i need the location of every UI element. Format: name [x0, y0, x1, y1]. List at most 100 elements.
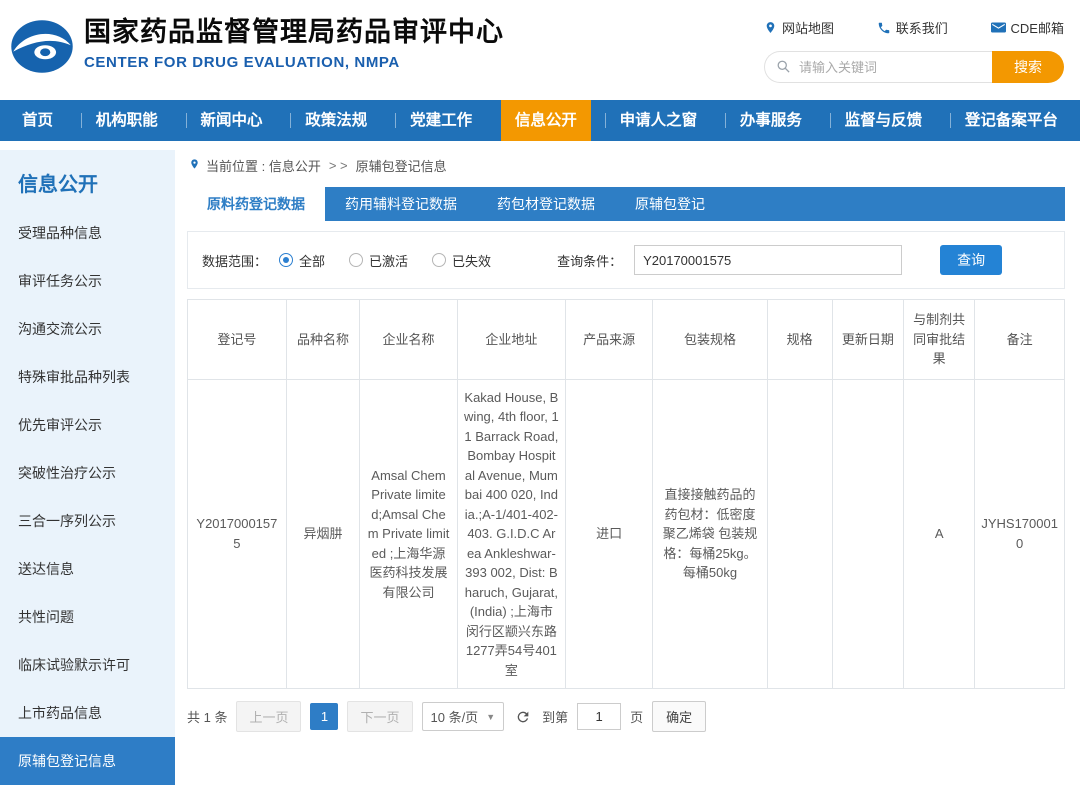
table-cell-product-source: 进口 [565, 379, 653, 689]
site-title: 国家药品监督管理局药品审评中心 [84, 16, 504, 48]
mailbox-label: CDE邮箱 [1011, 18, 1064, 37]
sidebar-item[interactable]: 沟通交流公示 [0, 305, 175, 353]
table-row: Y20170001575 异烟肼 Amsal Chem Private limi… [188, 379, 1065, 689]
column-header: 规格 [767, 300, 832, 380]
table-cell-review-result: A [904, 379, 975, 689]
main-area: 信息公开 受理品种信息 审评任务公示 沟通交流公示 特殊审批品种列表 优先审评公… [0, 150, 1080, 744]
goto-label: 到第 [542, 707, 568, 726]
nav-item-party[interactable]: 党建工作 [396, 100, 486, 141]
nav-item-home[interactable]: 首页 [8, 100, 67, 141]
refresh-icon[interactable] [515, 709, 531, 725]
breadcrumb-prefix[interactable]: 当前位置 : 信息公开 [206, 156, 321, 175]
site-header: 国家药品监督管理局药品审评中心 CENTER FOR DRUG EVALUATI… [0, 0, 1080, 100]
nav-item-news[interactable]: 新闻中心 [187, 100, 277, 141]
table-header-row: 登记号 品种名称 企业名称 企业地址 产品来源 包装规格 规格 更新日期 与制剂… [188, 300, 1065, 380]
prev-page-button[interactable]: 上一页 [236, 701, 301, 732]
location-pin-icon [764, 20, 777, 35]
nav-item-info-disclosure[interactable]: 信息公开 [501, 100, 591, 141]
radio-activated-icon [349, 253, 363, 267]
sidebar-item[interactable]: 优先审评公示 [0, 401, 175, 449]
nav-item-services[interactable]: 办事服务 [726, 100, 816, 141]
table-cell-spec [767, 379, 832, 689]
query-label: 查询条件： [557, 251, 622, 270]
column-header: 企业名称 [360, 300, 458, 380]
sidebar-item[interactable]: 特殊审批品种列表 [0, 353, 175, 401]
radio-all-icon [279, 253, 293, 267]
query-input[interactable] [634, 245, 902, 275]
site-subtitle: CENTER FOR DRUG EVALUATION, NMPA [84, 54, 504, 71]
table-cell-remark: JYHS1700010 [975, 379, 1065, 689]
column-header: 更新日期 [832, 300, 903, 380]
page-size-select[interactable]: 10 条/页 ▼ [422, 702, 505, 731]
table-cell-registration-no: Y20170001575 [188, 379, 287, 689]
quick-links: 网站地图 联系我们 CDE邮箱 [764, 18, 1064, 37]
goto-page-input[interactable] [577, 703, 621, 730]
table-cell-company-address: Kakad House, B wing, 4th floor, 11 Barra… [457, 379, 565, 689]
sidebar-item[interactable]: 共性问题 [0, 593, 175, 641]
contact-label: 联系我们 [896, 18, 948, 37]
site-search: 搜索 [764, 51, 1064, 83]
nav-item-applicant-window[interactable]: 申请人之窗 [606, 100, 712, 141]
tab-api-registration[interactable]: 原料药登记数据 [187, 187, 325, 221]
nav-item-policies[interactable]: 政策法规 [291, 100, 381, 141]
nav-item-supervision[interactable]: 监督与反馈 [831, 100, 937, 141]
table-cell-update-date [832, 379, 903, 689]
breadcrumb-current: 原辅包登记信息 [356, 156, 447, 175]
radio-all[interactable]: 全部 [279, 251, 325, 270]
header-right: 网站地图 联系我们 CDE邮箱 [764, 18, 1064, 83]
search-button[interactable]: 搜索 [992, 51, 1064, 83]
page-size-value: 10 条/页 [431, 707, 479, 726]
pagination: 共 1 条 上一页 1 下一页 10 条/页 ▼ 到第 页 确定 [187, 701, 1065, 732]
search-input[interactable] [764, 51, 992, 83]
radio-activated-label: 已激活 [369, 251, 408, 270]
sidebar-item[interactable]: 受理品种信息 [0, 209, 175, 257]
sidebar: 信息公开 受理品种信息 审评任务公示 沟通交流公示 特殊审批品种列表 优先审评公… [0, 150, 175, 744]
goto-unit: 页 [630, 707, 643, 726]
radio-expired[interactable]: 已失效 [432, 251, 491, 270]
cde-registration-page: 国家药品监督管理局药品审评中心 CENTER FOR DRUG EVALUATI… [0, 0, 1080, 744]
radio-expired-icon [432, 253, 446, 267]
contact-link[interactable]: 联系我们 [877, 18, 948, 37]
page-number-button[interactable]: 1 [310, 703, 338, 730]
mail-icon [991, 21, 1006, 34]
breadcrumb: 当前位置 : 信息公开 > > 原辅包登记信息 [189, 156, 1065, 175]
radio-activated[interactable]: 已激活 [349, 251, 408, 270]
radio-expired-label: 已失效 [452, 251, 491, 270]
next-page-button[interactable]: 下一页 [347, 701, 412, 732]
sidebar-item[interactable]: 审评任务公示 [0, 257, 175, 305]
sitemap-label: 网站地图 [782, 18, 834, 37]
tab-apief-registration[interactable]: 原辅包登记 [615, 187, 725, 221]
primary-nav: 首页 机构职能 新闻中心 政策法规 党建工作 信息公开 申请人之窗 办事服务 监… [0, 100, 1080, 141]
table-cell-company-name: Amsal Chem Private limited;Amsal Chem Pr… [360, 379, 458, 689]
sidebar-item[interactable]: 送达信息 [0, 545, 175, 593]
sitemap-link[interactable]: 网站地图 [764, 18, 834, 37]
column-header: 备注 [975, 300, 1065, 380]
radio-all-label: 全部 [299, 251, 325, 270]
nav-item-functions[interactable]: 机构职能 [82, 100, 172, 141]
breadcrumb-pin-icon [189, 157, 200, 174]
column-header: 品种名称 [286, 300, 359, 380]
column-header: 产品来源 [565, 300, 653, 380]
phone-icon [877, 21, 891, 35]
query-button[interactable]: 查询 [940, 245, 1002, 275]
filter-panel: 数据范围： 全部 已激活 已失效 查询条件： 查询 [187, 231, 1065, 289]
scope-label: 数据范围： [202, 251, 267, 270]
sidebar-title: 信息公开 [0, 150, 175, 209]
column-header: 企业地址 [457, 300, 565, 380]
mailbox-link[interactable]: CDE邮箱 [991, 18, 1064, 37]
content-area: 当前位置 : 信息公开 > > 原辅包登记信息 原料药登记数据 药用辅料登记数据… [175, 150, 1080, 744]
sidebar-item[interactable]: 临床试验默示许可 [0, 641, 175, 689]
sidebar-item[interactable]: 上市药品信息 [0, 689, 175, 737]
column-header: 包装规格 [653, 300, 767, 380]
tab-packaging-registration[interactable]: 药包材登记数据 [477, 187, 615, 221]
table-cell-packaging-spec: 直接接触药品的药包材：低密度聚乙烯袋 包装规格：每桶25kg。每桶50kg [653, 379, 767, 689]
tab-excipient-registration[interactable]: 药用辅料登记数据 [325, 187, 477, 221]
nav-item-registration-platform[interactable]: 登记备案平台 [951, 100, 1072, 141]
table-cell-product-name: 异烟肼 [286, 379, 359, 689]
sidebar-item[interactable]: 三合一序列公示 [0, 497, 175, 545]
search-input-wrap [764, 51, 992, 83]
sidebar-item-active[interactable]: 原辅包登记信息 [0, 737, 175, 785]
sidebar-item[interactable]: 突破性治疗公示 [0, 449, 175, 497]
confirm-button[interactable]: 确定 [652, 701, 706, 732]
column-header: 登记号 [188, 300, 287, 380]
